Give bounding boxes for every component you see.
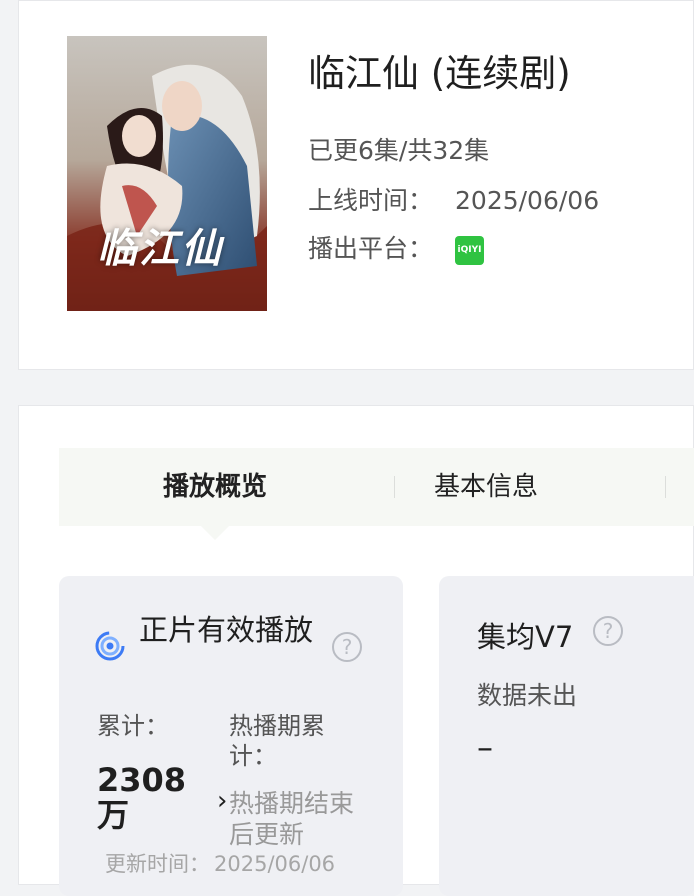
poster-title-calligraphy: 临江仙 bbox=[97, 225, 223, 272]
tab-basic-info[interactable]: 基本信息 bbox=[434, 448, 538, 526]
release-date: 2025/06/06 bbox=[455, 186, 600, 215]
avg-v7-status: 数据未出 bbox=[477, 681, 578, 710]
release-label: 上线时间： bbox=[308, 186, 434, 215]
show-poster[interactable]: 临江仙 bbox=[67, 36, 267, 311]
help-icon[interactable]: ? bbox=[593, 616, 623, 646]
update-time-value: 2025/06/06 bbox=[214, 852, 336, 876]
hot-period-value: 热播期结束后更新 bbox=[229, 789, 355, 849]
active-tab-pointer bbox=[201, 526, 229, 540]
update-time: 更新时间： 2025/06/06 bbox=[105, 848, 335, 878]
release-row: 上线时间： 2025/06/06 bbox=[308, 181, 599, 217]
show-title: 临江仙 (连续剧) bbox=[308, 52, 571, 95]
episode-count: 已更6集/共32集 bbox=[308, 136, 490, 165]
valid-play-title: 正片有效播放 bbox=[139, 613, 314, 647]
show-info-card: 临江仙 临江仙 (连续剧) 已更6集/共32集 上线时间： 2025/06/06 … bbox=[18, 0, 694, 370]
avg-v7-card: 集均V7 ? 数据未出 – bbox=[439, 576, 694, 896]
valid-play-card: 正片有效播放 ? 累计： 热播期累计： 2308万 › 热播期结束后更新 更新时… bbox=[59, 576, 403, 896]
avg-v7-title: 集均V7 bbox=[477, 620, 574, 654]
platform-label: 播出平台： bbox=[308, 234, 434, 263]
update-time-label: 更新时间： bbox=[105, 852, 210, 876]
avg-v7-value: – bbox=[477, 728, 493, 766]
total-plays-value: 2308万 bbox=[97, 761, 187, 834]
chevron-right-icon[interactable]: › bbox=[217, 786, 227, 816]
platform-row: 播出平台： iQIYI bbox=[308, 229, 485, 265]
iqiyi-logo-icon[interactable]: iQIYI bbox=[455, 235, 485, 265]
tab-play-overview[interactable]: 播放概览 bbox=[163, 448, 267, 526]
total-label: 累计： bbox=[97, 712, 169, 740]
play-stats-panel: 播放概览 基本信息 正片有效播放 ? 累计： 热播期累计： 2308万 › 热播… bbox=[18, 405, 694, 896]
tab-divider bbox=[665, 476, 666, 498]
tab-bar: 播放概览 基本信息 bbox=[59, 448, 694, 526]
tab-divider bbox=[394, 476, 395, 498]
help-icon[interactable]: ? bbox=[332, 632, 362, 662]
hot-period-label: 热播期累计： bbox=[229, 712, 325, 770]
play-stats-icon bbox=[95, 631, 125, 661]
